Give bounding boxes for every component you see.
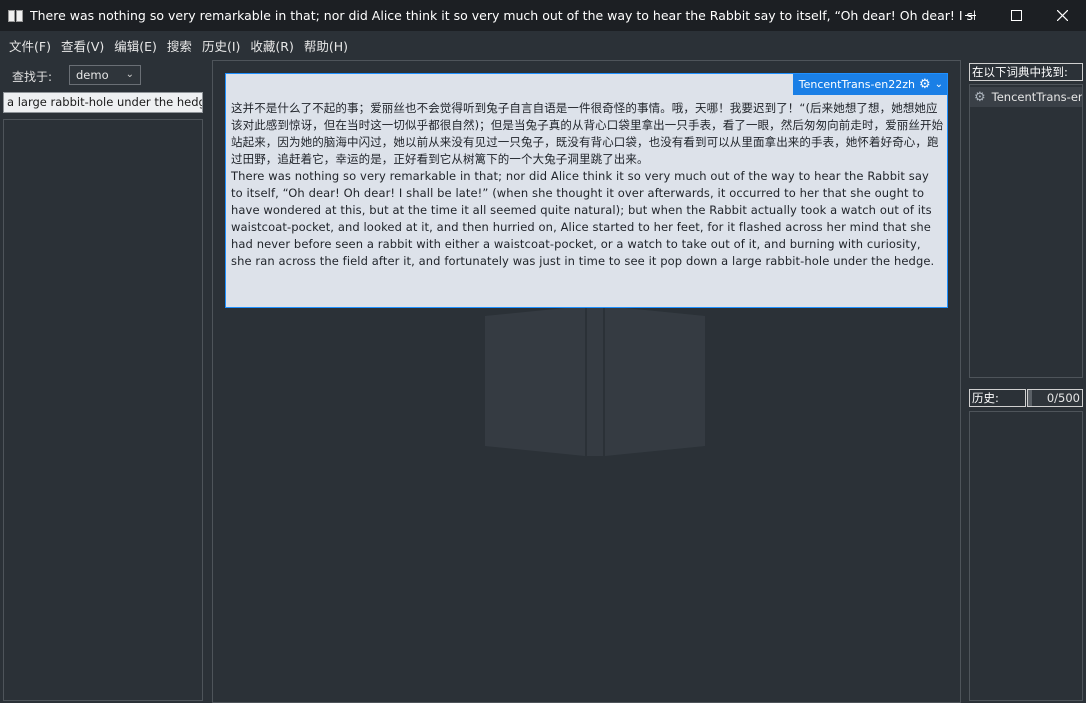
history-label: 历史: [969,389,1026,407]
book-icon [8,9,24,23]
menu-favorites[interactable]: 收藏(R) [245,36,298,55]
article-view[interactable]: TencentTrans-en22zh ⚙ ⌄ 这并不是什么了不起的事；爱丽丝也… [212,60,961,703]
translation-text: 这并不是什么了不起的事；爱丽丝也不会觉得听到兔子自言自语是一件很奇怪的事情。哦，… [231,100,944,270]
dictionary-tag-label: TencentTrans-en22zh [798,78,915,91]
gear-icon: ⚙ [918,77,931,92]
left-pane: 查找于: demo ⌄ a large rabbit-hole under th… [0,60,208,703]
chevron-down-icon: ⌄ [934,79,943,90]
history-list[interactable] [969,411,1083,701]
translation-result-card: TencentTrans-en22zh ⚙ ⌄ 这并不是什么了不起的事；爱丽丝也… [225,73,948,308]
found-in-dictionaries-label: 在以下词典中找到: [969,63,1083,81]
book-watermark-icon [485,306,705,456]
found-dictionary-label: TencentTrans-en [991,90,1083,104]
menu-help[interactable]: 帮助(H) [299,36,353,55]
dictionary-group-value: demo [76,68,109,82]
menu-view[interactable]: 查看(V) [56,36,109,55]
menu-history[interactable]: 历史(I) [197,36,245,55]
right-pane: 在以下词典中找到: ⚙ TencentTrans-en ◀ ▶ 历史: 0/50… [965,60,1086,703]
dictionary-group-select[interactable]: demo ⌄ [69,65,141,85]
chevron-down-icon: ⌄ [125,69,134,80]
title-bar: There was nothing so very remarkable in … [0,0,1086,31]
history-count-value: 0/500 [1046,391,1080,405]
chinese-translation: 这并不是什么了不起的事；爱丽丝也不会觉得听到兔子自言自语是一件很奇怪的事情。哦，… [231,101,944,166]
menu-edit[interactable]: 编辑(E) [109,36,162,55]
dictionary-tag[interactable]: TencentTrans-en22zh ⚙ ⌄ [792,74,947,95]
window-title: There was nothing so very remarkable in … [30,8,975,23]
minimize-icon [964,15,976,16]
maximize-button[interactable] [993,0,1039,31]
maximize-icon [1010,10,1022,21]
close-button[interactable] [1039,0,1085,31]
menu-file[interactable]: 文件(F) [4,36,56,55]
found-dictionaries-list[interactable]: ⚙ TencentTrans-en ◀ ▶ [969,84,1083,378]
found-dictionary-item[interactable]: ⚙ TencentTrans-en [970,87,1083,107]
find-in-label: 查找于: [12,70,53,84]
menu-bar: 文件(F) 查看(V) 编辑(E) 搜索 历史(I) 收藏(R) 帮助(H) [0,31,1086,59]
menu-search[interactable]: 搜索 [162,36,197,55]
word-list[interactable] [3,119,203,701]
history-count: 0/500 [1027,389,1083,407]
search-input[interactable]: a large rabbit-hole under the hedge. [3,92,203,113]
close-icon [1056,10,1068,21]
gear-icon: ⚙ [974,89,986,105]
history-progress-bar [1028,390,1032,406]
minimize-button[interactable] [947,0,993,31]
english-source: There was nothing so very remarkable in … [231,169,935,268]
